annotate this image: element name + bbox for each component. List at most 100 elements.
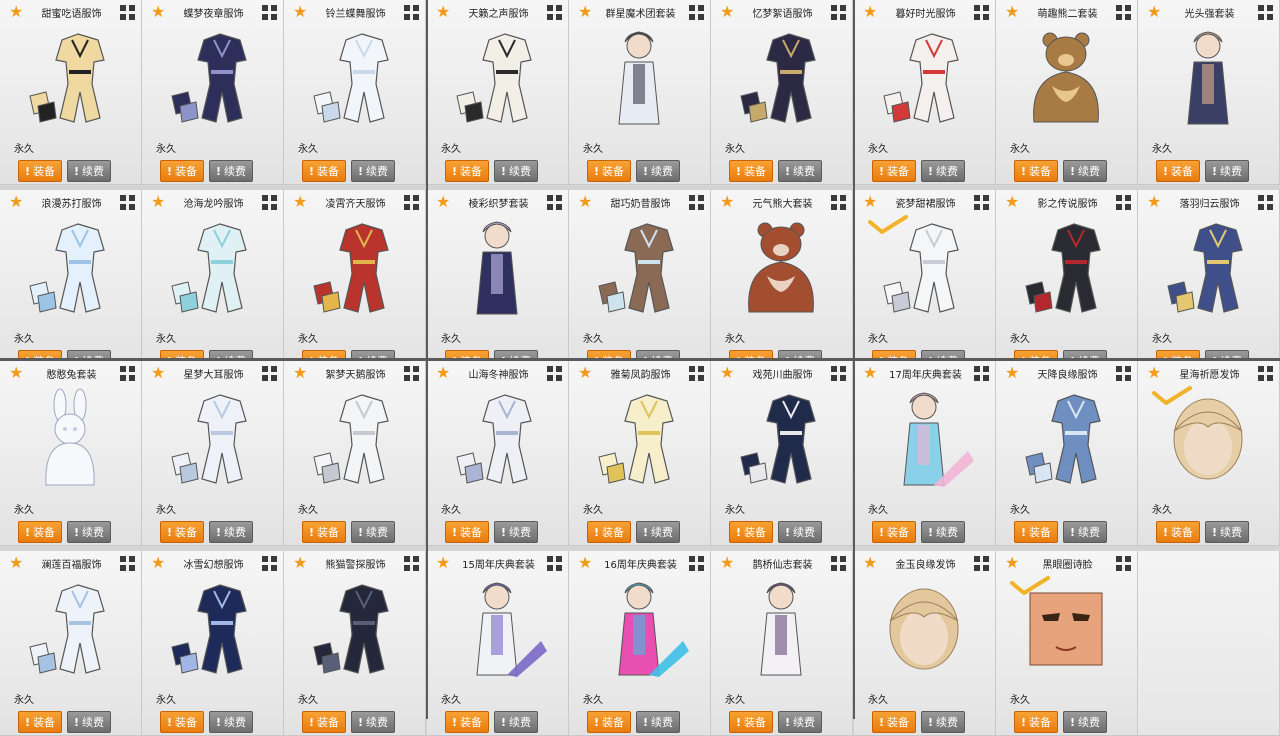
renew-button[interactable]: !续费 [494, 160, 538, 182]
item-card[interactable]: ★ 铃兰蝶舞服饰 永久! 装备! 续费 [284, 0, 426, 185]
item-card[interactable]: ★ 冰雪幻想服饰 永久! 装备! 续费 [142, 551, 284, 736]
item-card[interactable]: ★ 蝶梦夜章服饰 永久! 装备! 续费 [142, 0, 284, 185]
equip-button[interactable]: !装备 [302, 160, 346, 182]
grid-view-icon[interactable] [1116, 556, 1131, 571]
grid-view-icon[interactable] [831, 366, 846, 381]
renew-button[interactable]: !续费 [778, 160, 822, 182]
grid-view-icon[interactable] [404, 195, 419, 210]
renew-button[interactable]: !续费 [351, 160, 395, 182]
item-card[interactable]: ★ 天籁之声服饰 永久! 装备! 续费 [427, 0, 569, 185]
item-card[interactable]: ★影之传说服饰永久!装备!续费 [996, 190, 1138, 375]
equip-button[interactable]: !装备 [872, 521, 916, 543]
item-card[interactable]: ★ 澜莲百福服饰 永久! 装备! 续费 [0, 551, 142, 736]
item-card[interactable]: ★ 16周年庆典套装 永久! 装备! 续费 [569, 551, 711, 736]
item-card[interactable]: ★ 鹊桥仙志套装 永久! 装备! 续费 [711, 551, 853, 736]
item-card[interactable]: ★ 山海冬神服饰 永久! 装备! 续费 [427, 361, 569, 546]
item-card[interactable]: ★ 憨憨兔套装 永久! 装备! 续费 [0, 361, 142, 546]
grid-view-icon[interactable] [120, 5, 135, 20]
grid-view-icon[interactable] [120, 366, 135, 381]
renew-button[interactable]: !续费 [67, 160, 111, 182]
renew-button[interactable]: !续费 [636, 160, 680, 182]
equip-button[interactable]: !装备 [587, 521, 631, 543]
renew-button[interactable]: !续费 [67, 711, 111, 733]
grid-view-icon[interactable] [831, 556, 846, 571]
grid-view-icon[interactable] [547, 195, 562, 210]
equip-button[interactable]: !装备 [302, 711, 346, 733]
item-card[interactable]: ★沧海龙吟服饰永久!装备!续费 [142, 190, 284, 375]
equip-button[interactable]: !装备 [1014, 521, 1058, 543]
grid-view-icon[interactable] [831, 5, 846, 20]
renew-button[interactable]: !续费 [921, 160, 965, 182]
grid-view-icon[interactable] [689, 5, 704, 20]
renew-button[interactable]: !续费 [1063, 521, 1107, 543]
renew-button[interactable]: !续费 [67, 521, 111, 543]
item-card[interactable]: ★ 15周年庆典套装 永久! 装备! 续费 [427, 551, 569, 736]
equip-button[interactable]: !装备 [1156, 521, 1200, 543]
grid-view-icon[interactable] [120, 556, 135, 571]
item-card[interactable]: ★ 甜蜜吃语服饰 永久! 装备! 续费 [0, 0, 142, 185]
equip-button[interactable]: !装备 [445, 521, 489, 543]
grid-view-icon[interactable] [262, 366, 277, 381]
renew-button[interactable]: !续费 [209, 711, 253, 733]
renew-button[interactable]: !续费 [209, 521, 253, 543]
grid-view-icon[interactable] [262, 195, 277, 210]
grid-view-icon[interactable] [404, 556, 419, 571]
item-card[interactable]: ★ 萌趣熊二套装 永久! 装备! 续费 [996, 0, 1138, 185]
grid-view-icon[interactable] [974, 195, 989, 210]
renew-button[interactable]: !续费 [636, 711, 680, 733]
item-card[interactable]: ★ 星梦大耳服饰 永久! 装备! 续费 [142, 361, 284, 546]
grid-view-icon[interactable] [1116, 5, 1131, 20]
grid-view-icon[interactable] [262, 556, 277, 571]
equip-button[interactable]: !装备 [445, 711, 489, 733]
grid-view-icon[interactable] [547, 5, 562, 20]
equip-button[interactable]: !装备 [18, 521, 62, 543]
item-card[interactable]: ★ 雅菊凤韵服饰 永久! 装备! 续费 [569, 361, 711, 546]
equip-button[interactable]: !装备 [872, 711, 916, 733]
equip-button[interactable]: !装备 [872, 160, 916, 182]
equip-button[interactable]: !装备 [729, 160, 773, 182]
grid-view-icon[interactable] [547, 556, 562, 571]
grid-view-icon[interactable] [547, 366, 562, 381]
equip-button[interactable]: !装备 [160, 711, 204, 733]
item-card[interactable]: ★瓷梦甜裙服饰永久!装备!续费 [854, 190, 996, 375]
grid-view-icon[interactable] [1258, 366, 1273, 381]
renew-button[interactable]: !续费 [778, 711, 822, 733]
equip-button[interactable]: !装备 [729, 711, 773, 733]
grid-view-icon[interactable] [404, 5, 419, 20]
equip-button[interactable]: !装备 [18, 711, 62, 733]
equip-button[interactable]: !装备 [302, 521, 346, 543]
item-card[interactable]: ★ 絮梦天鹅服饰 永久! 装备! 续费 [284, 361, 426, 546]
item-card[interactable]: ★落羽归云服饰永久!装备!续费 [1138, 190, 1280, 375]
grid-view-icon[interactable] [1258, 195, 1273, 210]
item-card[interactable]: ★ 天降良缘服饰 永久! 装备! 续费 [996, 361, 1138, 546]
renew-button[interactable]: !续费 [494, 521, 538, 543]
renew-button[interactable]: !续费 [494, 711, 538, 733]
item-card[interactable]: ★ 星海祈愿发饰 永久! 装备! 续费 [1138, 361, 1280, 546]
item-card[interactable]: ★ 暮好时光服饰 永久! 装备! 续费 [854, 0, 996, 185]
grid-view-icon[interactable] [262, 5, 277, 20]
item-card[interactable]: ★棱彩织梦套装永久!装备!续费 [427, 190, 569, 375]
grid-view-icon[interactable] [1116, 366, 1131, 381]
item-card[interactable]: ★ 戏苑川曲服饰 永久! 装备! 续费 [711, 361, 853, 546]
grid-view-icon[interactable] [974, 556, 989, 571]
equip-button[interactable]: !装备 [587, 160, 631, 182]
item-card[interactable]: ★ 忆梦絮语服饰 永久! 装备! 续费 [711, 0, 853, 185]
grid-view-icon[interactable] [404, 366, 419, 381]
grid-view-icon[interactable] [689, 556, 704, 571]
item-card[interactable]: ★凌霄齐天服饰永久!装备!续费 [284, 190, 426, 375]
item-card[interactable]: ★ 黑眼圈诗脸 永久! 装备! 续费 [996, 551, 1138, 736]
equip-button[interactable]: !装备 [160, 160, 204, 182]
renew-button[interactable]: !续费 [1063, 711, 1107, 733]
item-card[interactable]: ★ 群星魔术团套装 永久! 装备! 续费 [569, 0, 711, 185]
item-card[interactable]: ★浪漫苏打服饰永久!装备!续费 [0, 190, 142, 375]
item-card[interactable]: ★ 17周年庆典套装 永久! 装备! 续费 [854, 361, 996, 546]
grid-view-icon[interactable] [120, 195, 135, 210]
item-card[interactable]: ★ 金玉良缘发饰 永久! 装备! 续费 [854, 551, 996, 736]
grid-view-icon[interactable] [1116, 195, 1131, 210]
item-card[interactable]: ★元气熊大套装永久!装备!续费 [711, 190, 853, 375]
renew-button[interactable]: !续费 [1205, 521, 1249, 543]
equip-button[interactable]: !装备 [160, 521, 204, 543]
item-card[interactable]: ★ 熊猫警探服饰 永久! 装备! 续费 [284, 551, 426, 736]
equip-button[interactable]: !装备 [587, 711, 631, 733]
grid-view-icon[interactable] [1258, 5, 1273, 20]
